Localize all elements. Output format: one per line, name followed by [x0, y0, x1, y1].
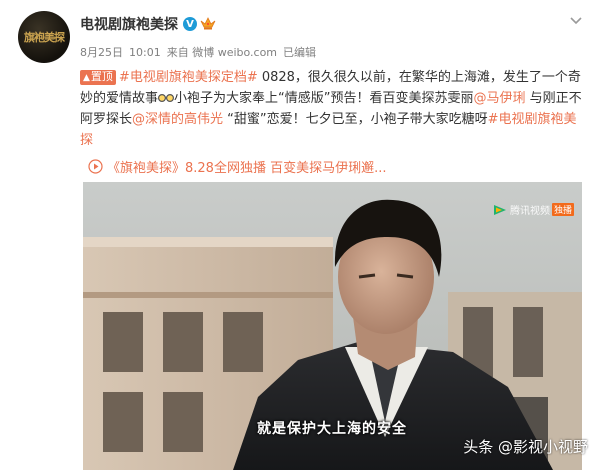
avatar[interactable]: 旗袍美探 — [18, 11, 70, 63]
glasses-emoji-icon — [158, 94, 175, 102]
video-player[interactable]: 腾讯视频 独播 就是保护大上海的安全 — [83, 182, 582, 470]
avatar-logo-text: 旗袍美探 — [24, 31, 65, 44]
video-play-icon — [88, 159, 103, 174]
source-watermark: 头条 @影视小视野 — [463, 438, 588, 456]
video-watermark-text: 腾讯视频 — [509, 206, 550, 217]
video-watermark-tag: 独播 — [551, 203, 574, 216]
video-watermark: 腾讯视频 独播 — [493, 202, 574, 217]
author-name[interactable]: 电视剧旗袍美探 — [80, 14, 178, 34]
mention-link-1[interactable]: @马伊琍 — [474, 91, 526, 106]
video-link-text: 《旗袍美探》8.28全网独播 百变美探马伊琍邂... — [107, 161, 387, 176]
mention-link-2[interactable]: @深情的高伟光 — [132, 112, 223, 127]
body-text-2: 小袍子为大家奉上“情感版”预告！看百变美探苏雯丽 — [174, 91, 474, 106]
hashtag-link[interactable]: #电视剧旗袍美探定档# — [119, 70, 258, 85]
pin-icon: ▲ — [83, 73, 90, 83]
post-source[interactable]: 来自 微博 weibo.com — [167, 46, 277, 59]
video-watermark-logo-icon — [493, 204, 506, 215]
author-row: 电视剧旗袍美探 V — [80, 13, 216, 35]
post-time[interactable]: 10:01 — [129, 46, 161, 59]
edited-label: 已编辑 — [283, 46, 317, 59]
body-text-4: “甜蜜”恋爱！七夕已至，小袍子带大家吃糖呀 — [223, 112, 488, 127]
video-subtitle: 就是保护大上海的安全 — [257, 421, 407, 437]
post-date[interactable]: 8月25日 — [80, 46, 123, 59]
post-body: ▲置顶 #电视剧旗袍美探定档# 0828，很久很久以前，在繁华的上海滩，发生了一个… — [80, 67, 585, 151]
verified-badge-icon: V — [183, 17, 197, 31]
crown-icon — [200, 17, 216, 30]
video-link[interactable]: 《旗袍美探》8.28全网独播 百变美探马伊琍邂... — [88, 157, 386, 176]
pin-badge: ▲置顶 — [80, 70, 116, 85]
pin-label: 置顶 — [90, 70, 113, 83]
chevron-down-icon[interactable] — [568, 12, 584, 28]
post-meta: 8月25日 10:01 来自 微博 weibo.com 已编辑 — [80, 44, 322, 60]
